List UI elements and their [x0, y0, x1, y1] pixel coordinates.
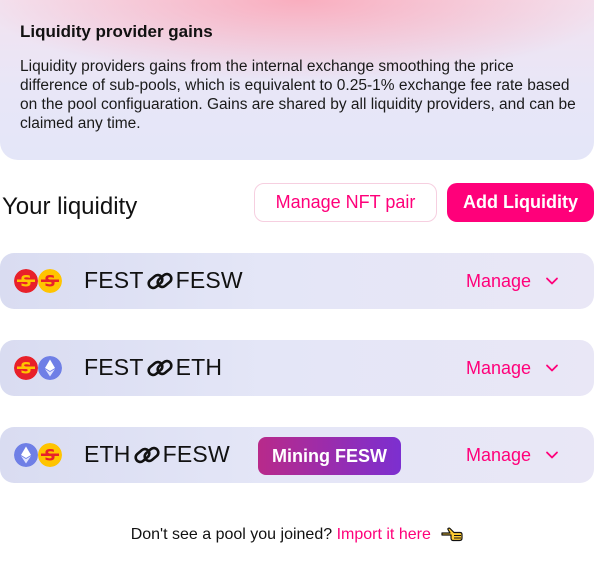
link-icon: [146, 359, 173, 376]
chevron-down-icon: [546, 277, 558, 285]
lp-gains-title: Liquidity provider gains: [20, 22, 213, 41]
manage-pool-button[interactable]: Manage: [466, 442, 559, 468]
pointing-hand-icon: [441, 527, 463, 542]
fest-token-icon: S: [14, 356, 38, 380]
manage-label: Manage: [466, 270, 532, 291]
pair-name: FEST FESW: [84, 267, 243, 294]
fesw-token-icon: S: [38, 269, 62, 293]
token-b-symbol: FESW: [175, 267, 243, 293]
fest-token-icon: S: [14, 269, 38, 293]
link-icon: [146, 272, 173, 289]
token-a-symbol: FEST: [84, 354, 144, 380]
token-b-symbol: FESW: [162, 441, 230, 467]
pair-name: FEST ETH: [84, 354, 222, 381]
token-b-symbol: ETH: [175, 354, 223, 380]
pair-name: ETH FESW: [84, 441, 230, 468]
token-a-symbol: ETH: [84, 441, 131, 467]
manage-nft-pair-button[interactable]: Manage NFT pair: [254, 183, 437, 222]
fesw-token-icon: S: [38, 443, 62, 467]
import-pool-link[interactable]: Import it here: [337, 526, 431, 543]
import-prompt: Don't see a pool you joined?: [130, 526, 333, 543]
pool-row-fest-eth[interactable]: S FEST ETH Manage: [0, 340, 594, 396]
eth-token-icon: [14, 443, 38, 467]
import-pool-footer: Don't see a pool you joined? Import it h…: [0, 526, 594, 544]
lp-gains-description: Liquidity providers gains from the inter…: [20, 58, 576, 132]
pair-icons: S S: [14, 269, 64, 293]
manage-label: Manage: [466, 444, 532, 465]
pair-icons: S: [14, 356, 64, 380]
manage-pool-button[interactable]: Manage: [466, 355, 559, 381]
token-a-symbol: FEST: [84, 267, 144, 293]
eth-token-icon: [38, 356, 62, 380]
manage-label: Manage: [466, 357, 532, 378]
chevron-down-icon: [546, 364, 558, 372]
mining-fesw-badge: Mining FESW: [258, 437, 401, 475]
pool-row-fest-fesw[interactable]: S S FEST FESW Manage: [0, 253, 594, 309]
your-liquidity-heading: Your liquidity: [2, 193, 138, 220]
pool-row-eth-fesw[interactable]: S ETH FESW Mining FESW Manage: [0, 427, 594, 483]
pair-icons: S: [14, 443, 64, 467]
add-liquidity-button[interactable]: Add Liquidity: [447, 183, 594, 222]
manage-pool-button[interactable]: Manage: [466, 268, 559, 294]
lp-gains-card: Liquidity provider gains Liquidity provi…: [0, 0, 594, 160]
link-icon: [134, 446, 160, 463]
chevron-down-icon: [546, 451, 558, 459]
